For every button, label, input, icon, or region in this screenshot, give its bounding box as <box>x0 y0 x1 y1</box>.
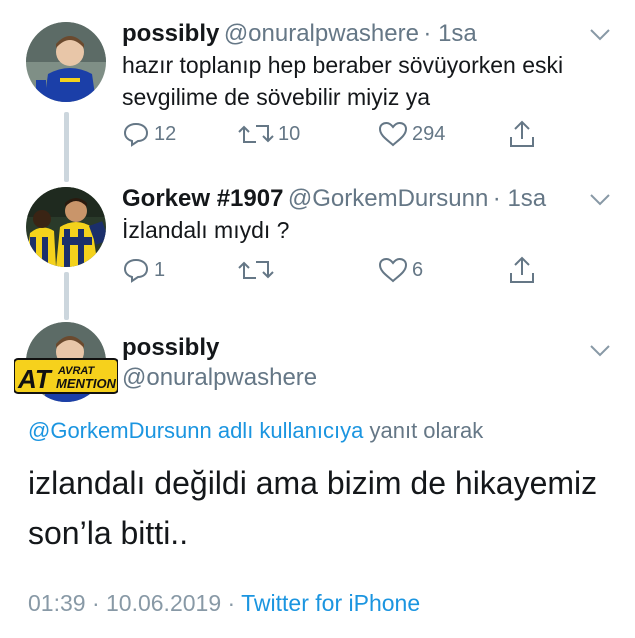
reply-context: @GorkemDursunn adlı kullanıcıya yanıt ol… <box>28 418 483 444</box>
tweet-header: possibly @onuralpwashere · 1sa <box>122 20 477 48</box>
reply-count: 1 <box>154 258 166 281</box>
like-count: 294 <box>412 122 446 145</box>
avatar[interactable] <box>26 187 106 267</box>
reply-count: 12 <box>154 122 177 145</box>
user-handle[interactable]: @onuralpwashere <box>224 20 419 47</box>
retweet-icon <box>238 125 274 143</box>
retweet-button[interactable]: 10 <box>238 118 300 150</box>
tweet-actions: 12 10 294 <box>122 118 542 150</box>
reply-icon <box>123 122 149 147</box>
tweet-source[interactable]: Twitter for iPhone <box>241 590 420 616</box>
tweet-text-line: son’la bitti.. <box>28 515 189 551</box>
share-button[interactable] <box>508 118 536 150</box>
chevron-down-icon[interactable] <box>589 28 611 42</box>
chevron-down-icon[interactable] <box>589 344 611 358</box>
retweet-count: 10 <box>278 122 301 145</box>
reply-icon <box>123 258 149 283</box>
tweet-meta: 01:39 · 10.06.2019 · Twitter for iPhone <box>28 590 420 617</box>
share-icon <box>510 256 534 283</box>
like-count: 6 <box>412 258 424 281</box>
tweet-text: hazır toplanıp hep beraber sövüyorken es… <box>122 49 563 113</box>
user-handle[interactable]: @GorkemDursunn <box>288 185 488 212</box>
reply-button[interactable]: 1 <box>122 254 165 286</box>
avatar[interactable] <box>26 22 106 102</box>
chevron-down-icon[interactable] <box>589 193 611 207</box>
reply-button[interactable]: 12 <box>122 118 176 150</box>
user-handle[interactable]: @onuralpwashere <box>122 364 317 392</box>
retweet-icon <box>238 261 274 279</box>
tweet-1[interactable]: possibly @onuralpwashere · 1sa hazır top… <box>0 0 635 170</box>
main-tweet-text: izlandalı değildi ama bizim de hikayemiz… <box>28 458 618 558</box>
tweet-time[interactable]: · 1sa <box>493 185 546 212</box>
tweet-header: possibly @onuralpwashere <box>122 334 317 392</box>
reply-to-label: yanıt olarak <box>369 418 484 443</box>
svg-text:MENTION: MENTION <box>56 376 117 391</box>
tweet-header: Gorkew #1907 @GorkemDursunn · 1sa <box>122 185 546 213</box>
tweet-timestamp[interactable]: 01:39 · 10.06.2019 · <box>28 590 235 616</box>
tweet-actions: 1 6 <box>122 254 542 286</box>
tweet-text-line: hazır toplanıp hep beraber sövüyorken es… <box>122 52 564 78</box>
tweet-text: İzlandalı mıydı ? <box>122 214 289 246</box>
tweet-text-line: sevgilime de sövebilir miyiz ya <box>122 84 431 110</box>
svg-text:AT: AT <box>17 364 53 394</box>
display-name[interactable]: Gorkew #1907 <box>122 185 283 212</box>
share-button[interactable] <box>508 254 536 286</box>
watermark-logo: AT AVRAT MENTION <box>14 358 118 394</box>
tweet-2[interactable]: Gorkew #1907 @GorkemDursunn · 1sa İzland… <box>0 170 635 310</box>
display-name[interactable]: possibly <box>122 334 317 362</box>
tweet-text-line: İzlandalı mıydı ? <box>122 217 290 243</box>
retweet-button[interactable] <box>238 254 278 286</box>
tweet-time[interactable]: · 1sa <box>423 20 476 47</box>
share-icon <box>510 120 534 147</box>
tweet-text-line: izlandalı değildi ama bizim de hikayemiz <box>28 465 598 501</box>
like-button[interactable]: 294 <box>378 118 445 150</box>
like-button[interactable]: 6 <box>378 254 423 286</box>
like-icon <box>378 257 408 283</box>
reply-to-link[interactable]: @GorkemDursunn adlı kullanıcıya <box>28 418 363 443</box>
like-icon <box>378 121 408 147</box>
display-name[interactable]: possibly <box>122 20 219 47</box>
